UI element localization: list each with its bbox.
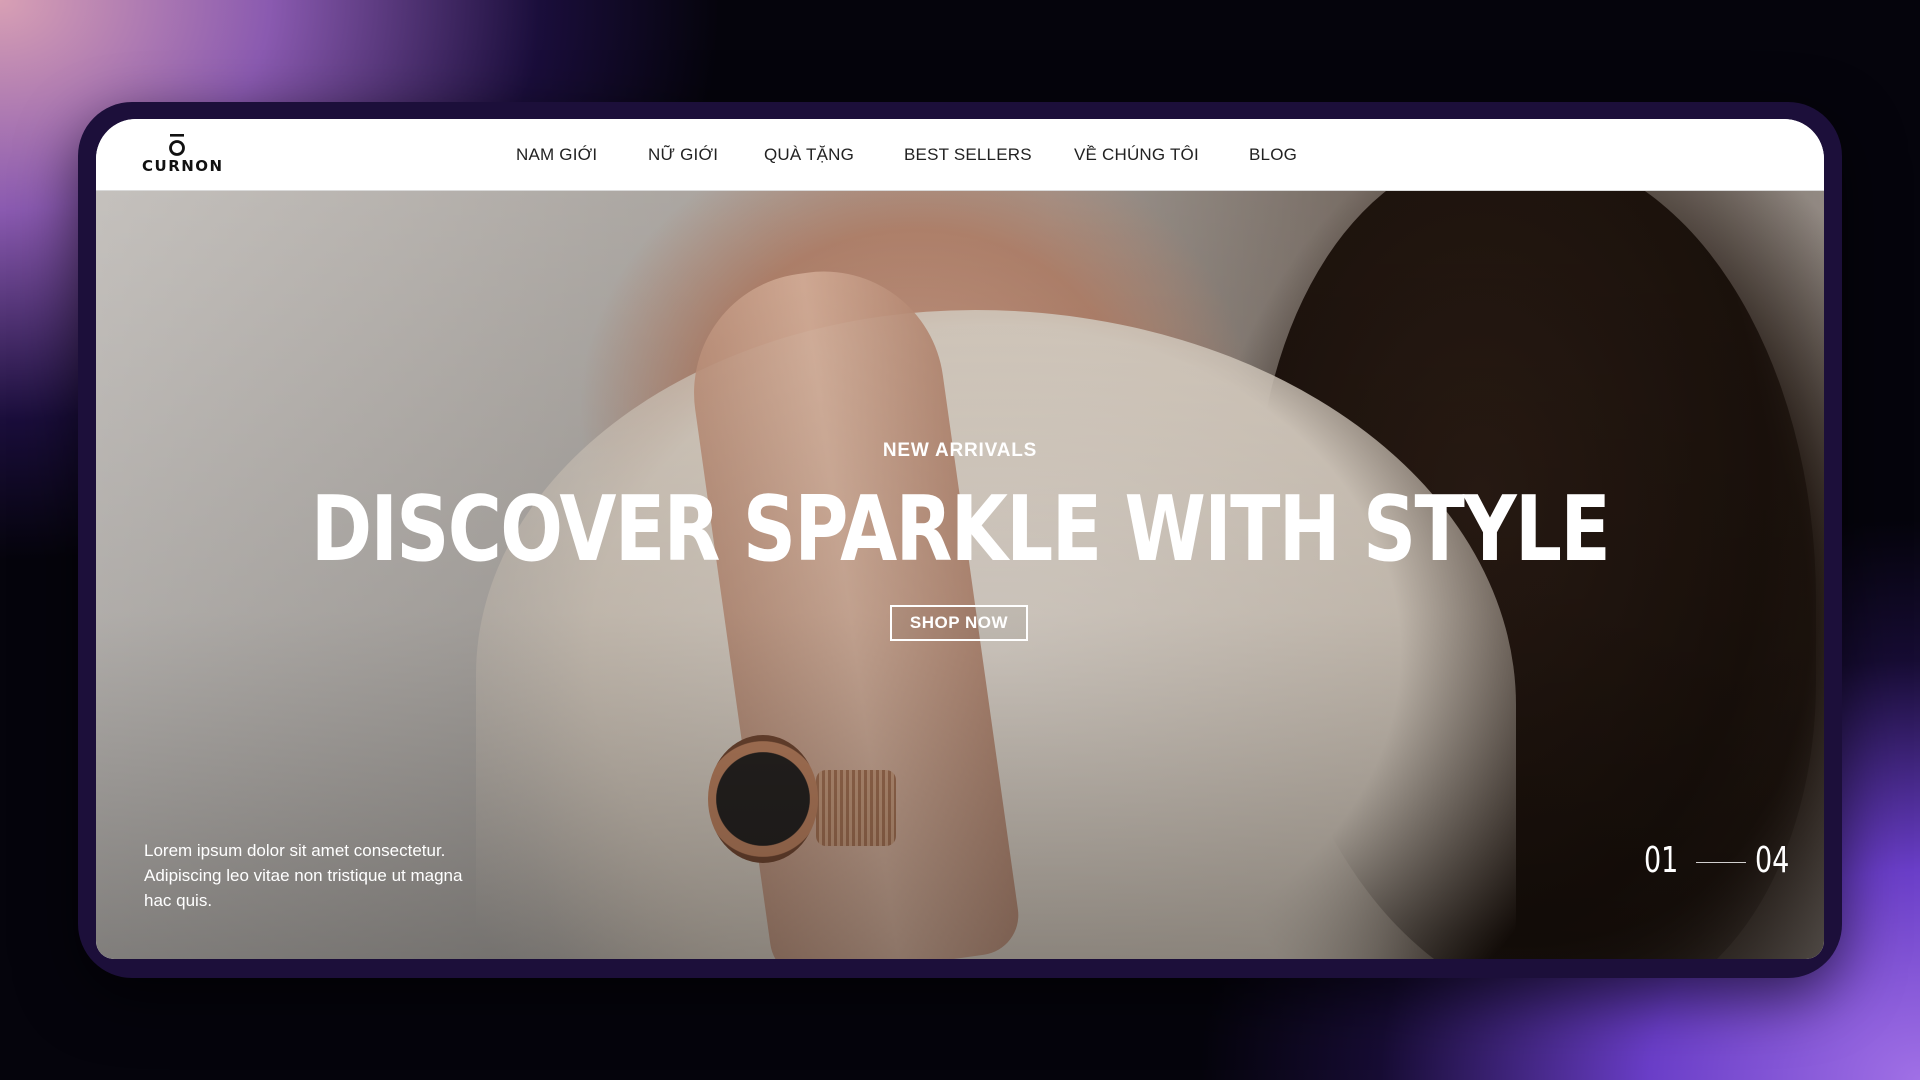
website-screen: CURNON NAM GIỚI NỮ GIỚI QUÀ TẶNG BEST SE…	[96, 119, 1824, 959]
logo-mark-icon	[169, 134, 185, 156]
hero-description: Lorem ipsum dolor sit amet consectetur. …	[144, 841, 463, 910]
slide-progress-line	[1696, 862, 1746, 863]
brand-logo[interactable]: CURNON	[142, 133, 224, 179]
nav-item-ve-chung-toi[interactable]: VỀ CHÚNG TÔI	[1074, 145, 1199, 165]
hero-banner: NEW ARRIVALS DISCOVER SPARKLE WITH STYLE…	[96, 190, 1824, 959]
nav-item-qua-tang[interactable]: QUÀ TẶNG	[764, 145, 854, 165]
slide-current[interactable]: 01	[1644, 840, 1678, 881]
logo-text: CURNON	[142, 157, 224, 175]
site-header: CURNON NAM GIỚI NỮ GIỚI QUÀ TẶNG BEST SE…	[96, 119, 1824, 191]
shop-now-button[interactable]: SHOP NOW	[890, 605, 1028, 641]
nav-item-nam-gioi[interactable]: NAM GIỚI	[516, 145, 597, 165]
nav-item-nu-gioi[interactable]: NỮ GIỚI	[648, 145, 718, 165]
hero-eyebrow: NEW ARRIVALS	[882, 440, 1038, 461]
hero-headline: DISCOVER SPARKLE WITH STYLE	[310, 477, 1611, 582]
nav-item-blog[interactable]: BLOG	[1249, 145, 1297, 165]
slide-total[interactable]: 04	[1755, 840, 1789, 881]
nav-item-best-sellers[interactable]: BEST SELLERS	[904, 145, 1032, 165]
